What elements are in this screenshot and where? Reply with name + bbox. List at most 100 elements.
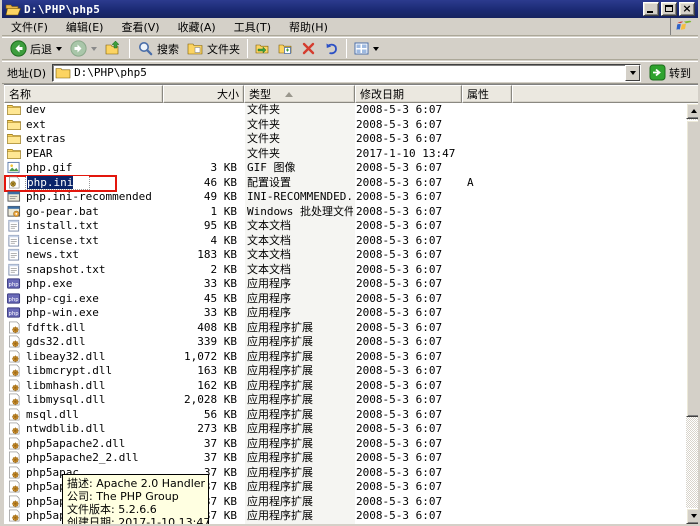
file-row[interactable]: libmcrypt.dll 163 KB 应用程序扩展 2008-5-3 6:07	[4, 364, 684, 379]
address-value: D:\PHP\php5	[74, 66, 147, 79]
file-date: 2008-5-3 6:07	[356, 451, 443, 464]
vertical-scrollbar[interactable]	[686, 103, 698, 524]
address-input[interactable]: D:\PHP\php5	[52, 63, 641, 82]
file-size: 3 KB	[210, 161, 238, 174]
copy-to-button[interactable]	[274, 38, 297, 59]
file-name-cell[interactable]: install.txt	[6, 219, 162, 234]
file-row[interactable]: php php.exe 33 KB 应用程序 2008-5-3 6:07	[4, 277, 684, 292]
undo-button[interactable]	[320, 38, 343, 59]
file-name-cell[interactable]: php.ini	[6, 175, 162, 191]
move-to-button[interactable]	[251, 38, 274, 59]
go-button[interactable]: 转到	[645, 63, 695, 83]
scrollbar-thumb[interactable]	[686, 120, 698, 417]
file-row[interactable]: php5apache2.dll 37 KB 应用程序扩展 2008-5-3 6:07	[4, 437, 684, 452]
views-dropdown-icon[interactable]	[373, 46, 379, 51]
file-name-cell[interactable]: license.txt	[6, 234, 162, 249]
file-name-cell[interactable]: PEAR	[6, 147, 162, 162]
file-name-cell[interactable]: php php-win.exe	[6, 306, 162, 321]
file-date: 2008-5-3 6:07	[356, 364, 443, 377]
menu-favorites[interactable]: 收藏(A)	[169, 17, 225, 37]
file-name: libmcrypt.dll	[26, 364, 113, 377]
file-name-cell[interactable]: snapshot.txt	[6, 263, 162, 278]
file-name-cell[interactable]: gds32.dll	[6, 335, 162, 350]
file-row[interactable]: libmhash.dll 162 KB 应用程序扩展 2008-5-3 6:07	[4, 379, 684, 394]
menu-help[interactable]: 帮助(H)	[280, 17, 337, 37]
file-row[interactable]: php.gif 3 KB GIF 图像 2008-5-3 6:07	[4, 161, 684, 176]
file-row[interactable]: php php-cgi.exe 45 KB 应用程序 2008-5-3 6:07	[4, 292, 684, 307]
file-name-cell[interactable]: fdftk.dll	[6, 321, 162, 336]
file-name-cell[interactable]: php php.exe	[6, 277, 162, 292]
column-header-attr[interactable]: 属性	[462, 85, 512, 103]
menu-tools[interactable]: 工具(T)	[225, 17, 280, 37]
file-row[interactable]: go-pear.bat 1 KB Windows 批处理文件 2008-5-3 6:0…	[4, 205, 684, 220]
column-header-size[interactable]: 大小	[163, 85, 244, 103]
file-row[interactable]: libmysql.dll 2,028 KB 应用程序扩展 2008-5-3 6:07	[4, 393, 684, 408]
menu-view[interactable]: 查看(V)	[112, 17, 168, 37]
folders-button[interactable]: 文件夹	[183, 38, 244, 59]
file-row[interactable]: dev 文件夹 2008-5-3 6:07	[4, 103, 684, 118]
file-row[interactable]: snapshot.txt 2 KB 文本文档 2008-5-3 6:07	[4, 263, 684, 278]
file-row[interactable]: news.txt 183 KB 文本文档 2008-5-3 6:07	[4, 248, 684, 263]
column-header-type[interactable]: 类型	[244, 85, 355, 103]
file-row[interactable]: gds32.dll 339 KB 应用程序扩展 2008-5-3 6:07	[4, 335, 684, 350]
file-row[interactable]: msql.dll 56 KB 应用程序扩展 2008-5-3 6:07	[4, 408, 684, 423]
file-row[interactable]: php.ini 46 KB 配置设置 2008-5-3 6:07 A	[4, 174, 684, 192]
file-size: 339 KB	[197, 335, 237, 348]
search-button[interactable]: 搜索	[133, 38, 183, 59]
back-dropdown-icon[interactable]	[56, 46, 62, 51]
file-row[interactable]: PEAR 文件夹 2017-1-10 13:47	[4, 147, 684, 162]
forward-button[interactable]	[66, 38, 101, 59]
file-name-cell[interactable]: msql.dll	[6, 408, 162, 423]
column-header-date[interactable]: 修改日期	[355, 85, 462, 103]
file-row[interactable]: fdftk.dll 408 KB 应用程序扩展 2008-5-3 6:07	[4, 321, 684, 336]
delete-button[interactable]	[297, 38, 320, 59]
file-name-cell[interactable]: libmcrypt.dll	[6, 364, 162, 379]
file-attr	[462, 466, 506, 481]
folder-icon	[6, 118, 22, 132]
scroll-down-button[interactable]	[686, 508, 698, 524]
file-row[interactable]: php5apache2_2.dll 37 KB 应用程序扩展 2008-5-3 6:0…	[4, 451, 684, 466]
file-name-cell[interactable]: php.gif	[6, 161, 162, 176]
menu-file[interactable]: 文件(F)	[2, 17, 57, 37]
column-header-name[interactable]: 名称	[4, 85, 163, 103]
file-name-cell[interactable]: php php-cgi.exe	[6, 292, 162, 307]
file-name-cell[interactable]: ntwdblib.dll	[6, 422, 162, 437]
file-row[interactable]: license.txt 4 KB 文本文档 2008-5-3 6:07	[4, 234, 684, 249]
file-name-cell[interactable]: news.txt	[6, 248, 162, 263]
file-name-cell[interactable]: libmhash.dll	[6, 379, 162, 394]
close-button[interactable]: ×	[679, 2, 695, 16]
file-name-cell[interactable]: extras	[6, 132, 162, 147]
title-bar[interactable]: D:\PHP\php5 ×	[2, 0, 698, 18]
file-name: php-win.exe	[26, 306, 99, 319]
back-button[interactable]: 后退	[6, 38, 66, 59]
notepad-icon	[6, 234, 22, 248]
file-date: 2008-5-3 6:07	[356, 161, 443, 174]
file-name: news.txt	[26, 248, 79, 261]
up-button[interactable]	[101, 38, 126, 59]
minimize-button[interactable]	[643, 2, 659, 16]
views-button[interactable]	[350, 38, 383, 59]
menu-edit[interactable]: 编辑(E)	[57, 17, 113, 37]
address-dropdown-button[interactable]	[625, 64, 640, 81]
rename-edit-box[interactable]: php.ini	[24, 175, 91, 190]
file-row[interactable]: ntwdblib.dll 273 KB 应用程序扩展 2008-5-3 6:07	[4, 422, 684, 437]
file-row[interactable]: install.txt 95 KB 文本文档 2008-5-3 6:07	[4, 219, 684, 234]
file-row[interactable]: extras 文件夹 2008-5-3 6:07	[4, 132, 684, 147]
scroll-up-button[interactable]	[686, 103, 698, 119]
file-name-cell[interactable]: dev	[6, 103, 162, 118]
file-row[interactable]: ext 文件夹 2008-5-3 6:07	[4, 118, 684, 133]
file-name-cell[interactable]: libeay32.dll	[6, 350, 162, 365]
file-name-cell[interactable]: libmysql.dll	[6, 393, 162, 408]
file-type: 应用程序扩展	[247, 349, 313, 363]
file-row[interactable]: libeay32.dll 1,072 KB 应用程序扩展 2008-5-3 6:07	[4, 350, 684, 365]
forward-dropdown-icon[interactable]	[91, 46, 97, 51]
file-row[interactable]: php.ini-recommended 49 KB INI-RECOMMENDED.…	[4, 190, 684, 205]
file-name-cell[interactable]: php5apache2.dll	[6, 437, 162, 452]
file-name-cell[interactable]: go-pear.bat	[6, 205, 162, 220]
file-row[interactable]: php php-win.exe 33 KB 应用程序 2008-5-3 6:07	[4, 306, 684, 321]
file-name-cell[interactable]: ext	[6, 118, 162, 133]
file-name-cell[interactable]: php.ini-recommended	[6, 190, 162, 205]
maximize-button[interactable]	[661, 2, 677, 16]
phpexe-icon: php	[6, 277, 22, 291]
file-name-cell[interactable]: php5apache2_2.dll	[6, 451, 162, 466]
